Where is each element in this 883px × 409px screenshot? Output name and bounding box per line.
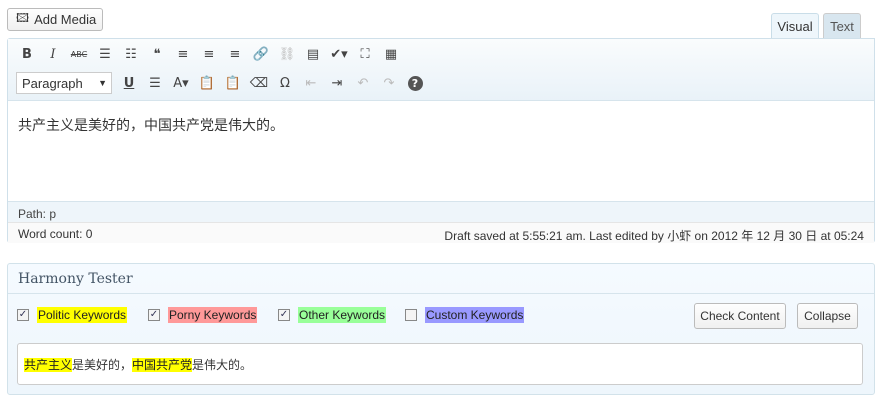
redo-icon[interactable]: ↷ bbox=[376, 72, 402, 94]
undo-icon[interactable]: ↶ bbox=[350, 72, 376, 94]
special-character-icon[interactable]: Ω bbox=[272, 72, 298, 94]
link-icon[interactable]: 🔗 bbox=[248, 43, 274, 65]
indent-icon[interactable]: ⇥ bbox=[324, 72, 350, 94]
checkbox[interactable]: ✓ bbox=[278, 309, 290, 321]
align-left-icon[interactable]: ≡ bbox=[170, 43, 196, 65]
justify-icon[interactable]: ☰ bbox=[142, 72, 168, 94]
numbered-list-icon[interactable]: ☷ bbox=[118, 43, 144, 65]
path-bar: Path: p bbox=[8, 201, 874, 222]
result-text: 是美好的， bbox=[72, 358, 133, 372]
paste-text-icon[interactable]: 📋 bbox=[194, 72, 220, 94]
align-center-icon[interactable]: ≡ bbox=[196, 43, 222, 65]
media-icon: 🖾 bbox=[16, 11, 30, 25]
add-media-button[interactable]: 🖾 Add Media bbox=[7, 8, 103, 31]
spellcheck-icon[interactable]: ✔▾ bbox=[326, 43, 352, 65]
editor-content[interactable]: 共产主义是美好的，中国共产党是伟大的。 bbox=[18, 115, 284, 135]
checkbox[interactable]: ✓ bbox=[17, 309, 29, 321]
panel-title: Harmony Tester bbox=[8, 264, 874, 294]
format-select[interactable]: Paragraph ▼ bbox=[16, 72, 112, 94]
clear-formatting-icon[interactable]: ⌫ bbox=[246, 72, 272, 94]
fullscreen-icon[interactable]: ⛶ bbox=[352, 43, 378, 65]
tab-visual[interactable]: Visual bbox=[771, 13, 819, 39]
word-count: Word count: 0 bbox=[18, 227, 93, 241]
highlighted-keyword: 共产主义 bbox=[24, 358, 73, 372]
blockquote-icon[interactable]: ❝ bbox=[144, 43, 170, 65]
status-bar: Word count: 0 Draft saved at 5:55:21 am.… bbox=[8, 222, 874, 243]
outdent-icon[interactable]: ⇤ bbox=[298, 72, 324, 94]
keyword-option[interactable]: ✓ Other Keywords bbox=[278, 307, 387, 323]
bullet-list-icon[interactable]: ☰ bbox=[92, 43, 118, 65]
align-right-icon[interactable]: ≡ bbox=[222, 43, 248, 65]
bold-icon[interactable]: B bbox=[14, 43, 40, 65]
draft-status: Draft saved at 5:55:21 am. Last edited b… bbox=[444, 229, 864, 243]
keyword-label: Politic Keywords bbox=[37, 307, 128, 323]
result-text: 是伟大的。 bbox=[192, 358, 253, 372]
underline-icon[interactable]: U bbox=[116, 72, 142, 94]
insert-more-icon[interactable]: ▤ bbox=[300, 43, 326, 65]
result-box: 共产主义是美好的，中国共产党是伟大的。 bbox=[17, 343, 863, 385]
chevron-down-icon: ▼ bbox=[98, 78, 107, 88]
check-content-button[interactable]: Check Content bbox=[694, 303, 786, 329]
strikethrough-icon[interactable]: ABC bbox=[66, 43, 92, 65]
keyword-label: Custom Keywords bbox=[425, 307, 525, 323]
checkbox[interactable] bbox=[405, 309, 417, 321]
unlink-icon[interactable]: ⛓ bbox=[274, 43, 300, 65]
keyword-option[interactable]: Custom Keywords bbox=[405, 307, 525, 323]
collapse-button[interactable]: Collapse bbox=[797, 303, 858, 329]
help-icon[interactable]: ? bbox=[402, 72, 428, 94]
keyword-label: Other Keywords bbox=[298, 307, 387, 323]
italic-icon[interactable]: I bbox=[40, 43, 66, 65]
kitchen-sink-icon[interactable]: ▦ bbox=[378, 43, 404, 65]
editor-toolbar: B I ABC ☰ ☷ ❝ ≡ ≡ ≡ 🔗 ⛓ ▤ ✔▾ ⛶ ▦ Paragraph ▼ U ☰ A▾ 📋 📋 ⌫ Ω ⇤ ⇥… bbox=[8, 39, 874, 101]
editor: B I ABC ☰ ☷ ❝ ≡ ≡ ≡ 🔗 ⛓ ▤ ✔▾ ⛶ ▦ Paragraph ▼ U ☰ A▾ 📋 📋 ⌫ Ω ⇤ ⇥… bbox=[7, 38, 875, 243]
keyword-label: Porny Keywords bbox=[168, 307, 258, 323]
harmony-tester-panel: Harmony Tester ✓ Politic Keywords ✓ Porny K… bbox=[7, 263, 875, 395]
tab-text[interactable]: Text bbox=[823, 13, 861, 39]
keyword-option[interactable]: ✓ Politic Keywords bbox=[17, 307, 128, 323]
paste-word-icon[interactable]: 📋 bbox=[220, 72, 246, 94]
checkbox[interactable]: ✓ bbox=[148, 309, 160, 321]
text-color-icon[interactable]: A▾ bbox=[168, 72, 194, 94]
keyword-option[interactable]: ✓ Porny Keywords bbox=[148, 307, 258, 323]
highlighted-keyword: 中国共产党 bbox=[132, 358, 193, 372]
